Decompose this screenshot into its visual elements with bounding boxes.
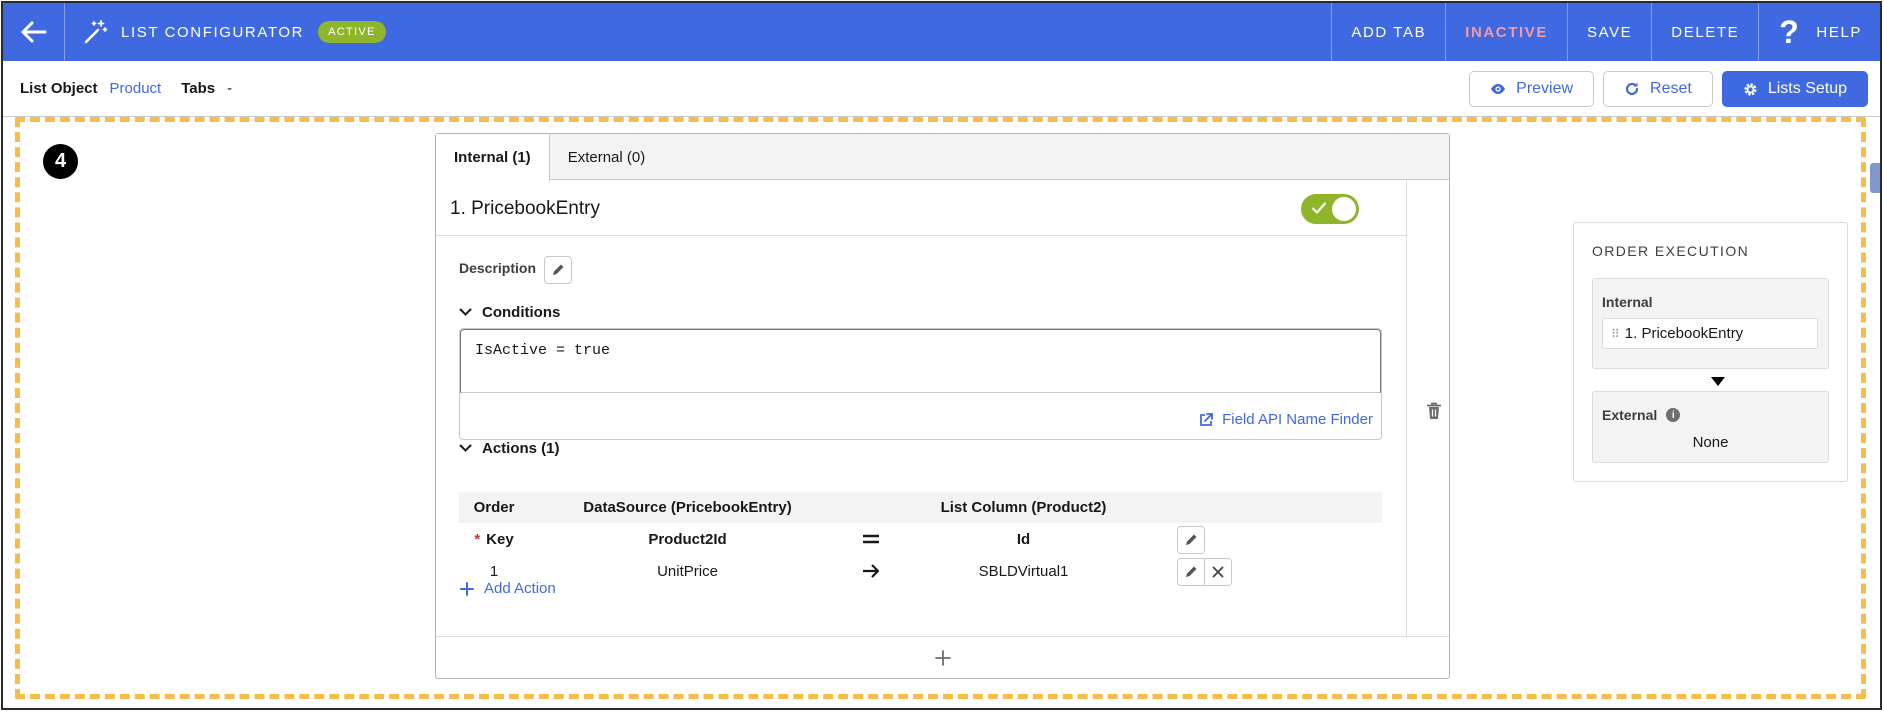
table-row: * Key Product2Id Id [459,523,1382,555]
order-cell: * Key [459,531,529,548]
order-value: Key [486,530,514,548]
column-list-column: List Column (Product2) [940,499,1107,516]
table-row: 1 UnitPrice SBLDVirtual1 [459,555,1382,587]
actions-header[interactable]: Actions (1) [459,440,560,457]
refresh-icon [1625,82,1639,96]
conditions-box: Field API Name Finder [459,328,1382,440]
divider [436,235,1407,236]
preview-button[interactable]: Preview [1469,71,1595,107]
add-tab-button[interactable]: ADD TAB [1331,3,1445,61]
tab-internal[interactable]: Internal (1) [436,134,550,181]
tabs-value: - [227,80,233,97]
tabs-label: Tabs [181,80,216,97]
close-icon [1212,566,1224,578]
column-datasource: DataSource (PricebookEntry) [583,499,792,516]
order-execution-title: ORDER EXECUTION [1592,243,1750,259]
back-button[interactable] [3,3,65,61]
target-cell: Id [1016,530,1031,548]
preview-label: Preview [1516,80,1574,97]
column-order: Order [473,499,515,516]
actions-table: Order DataSource (PricebookEntry) List C… [459,492,1382,587]
chevron-down-icon [459,308,472,316]
description-label: Description [459,260,537,276]
order-item[interactable]: ⠿ 1. PricebookEntry [1602,318,1818,349]
chevron-down-icon [459,444,472,452]
edit-action-button[interactable] [1177,558,1205,586]
source-cell: Product2Id [648,530,727,548]
info-icon[interactable]: i [1666,408,1681,422]
lists-setup-label: Lists Setup [1767,80,1847,97]
external-value: None [1692,434,1729,451]
status-badge: ACTIVE [318,21,386,43]
external-link-icon [1200,412,1213,426]
reset-button[interactable]: Reset [1603,71,1713,107]
edit-key-action-button[interactable] [1177,526,1205,554]
field-api-name-finder-link[interactable]: Field API Name Finder [1198,411,1373,428]
tab-bar: Internal (1) External (0) [436,134,1449,181]
required-mark: * [474,530,481,548]
order-item-label: 1. PricebookEntry [1624,325,1744,342]
top-actions: ADD TAB INACTIVE SAVE DELETE ? HELP [1331,3,1880,61]
question-icon: ? [1779,14,1801,50]
rule-card: Internal (1) External (0) 1. PricebookEn… [435,133,1450,679]
eye-icon [1491,84,1506,94]
app-title: LIST CONFIGURATOR [121,23,305,41]
add-action-label: Add Action [484,580,556,597]
source-cell: UnitPrice [657,562,718,580]
help-label: HELP [1816,23,1862,41]
help-button[interactable]: ? HELP [1758,3,1880,61]
tab-external[interactable]: External (0) [550,134,664,180]
magic-wand-icon [84,20,108,44]
inactive-button[interactable]: INACTIVE [1445,3,1567,61]
sub-header-buttons: Preview Reset Lists Setup [1469,71,1868,107]
remove-action-button[interactable] [1204,558,1232,586]
internal-label: Internal [1602,294,1653,310]
entry-title: 1. PricebookEntry [450,198,600,219]
target-cell: SBLDVirtual1 [978,562,1069,580]
plus-icon [460,581,474,596]
actions-label: Actions (1) [482,440,560,457]
pencil-icon [1186,534,1197,545]
drag-handle-icon: ⠿ [1611,326,1620,341]
step-number-badge: 4 [43,144,78,179]
plus-icon [934,649,951,666]
order-execution-panel: ORDER EXECUTION Internal ⠿ 1. PricebookE… [1573,222,1848,482]
list-object-link[interactable]: Product [110,80,162,97]
arrow-right-icon [846,564,896,578]
internal-order-box: Internal ⠿ 1. PricebookEntry [1592,278,1829,369]
title-area: LIST CONFIGURATOR ACTIVE [65,19,386,45]
rule-body: 1. PricebookEntry Description Conditions [436,180,1407,637]
lists-setup-button[interactable]: Lists Setup [1721,71,1868,107]
add-action-button[interactable]: Add Action [460,580,556,597]
table-header: Order DataSource (PricebookEntry) List C… [459,492,1382,523]
conditions-header[interactable]: Conditions [459,304,560,321]
reset-label: Reset [1650,80,1692,97]
sub-header: List Object Product Tabs - Preview Reset [3,61,1880,117]
check-icon [1311,202,1327,214]
arrow-down-icon [1711,377,1725,386]
equals-icon [846,533,896,545]
external-order-box: External i None [1592,391,1829,463]
save-button[interactable]: SAVE [1566,3,1651,61]
toggle-knob [1332,197,1356,221]
top-bar: LIST CONFIGURATOR ACTIVE ADD TAB INACTIV… [3,3,1880,61]
external-label-row: External i [1602,407,1681,423]
pencil-icon [1186,566,1197,577]
gear-icon [1744,82,1757,96]
side-panel-handle[interactable] [1870,163,1880,193]
arrow-left-icon [21,21,46,43]
delete-button[interactable]: DELETE [1651,3,1758,61]
edit-description-button[interactable] [544,256,572,284]
list-object-label: List Object [20,80,98,97]
pencil-icon [553,264,564,275]
conditions-label: Conditions [482,304,561,321]
conditions-input[interactable] [460,329,1381,393]
trash-icon [1427,402,1441,419]
external-label: External [1602,407,1658,423]
delete-rule-button[interactable] [1426,402,1442,425]
finder-label: Field API Name Finder [1222,411,1373,428]
order-cell: 1 [489,562,499,580]
enabled-toggle[interactable] [1301,194,1359,224]
add-rule-button[interactable] [436,636,1449,678]
